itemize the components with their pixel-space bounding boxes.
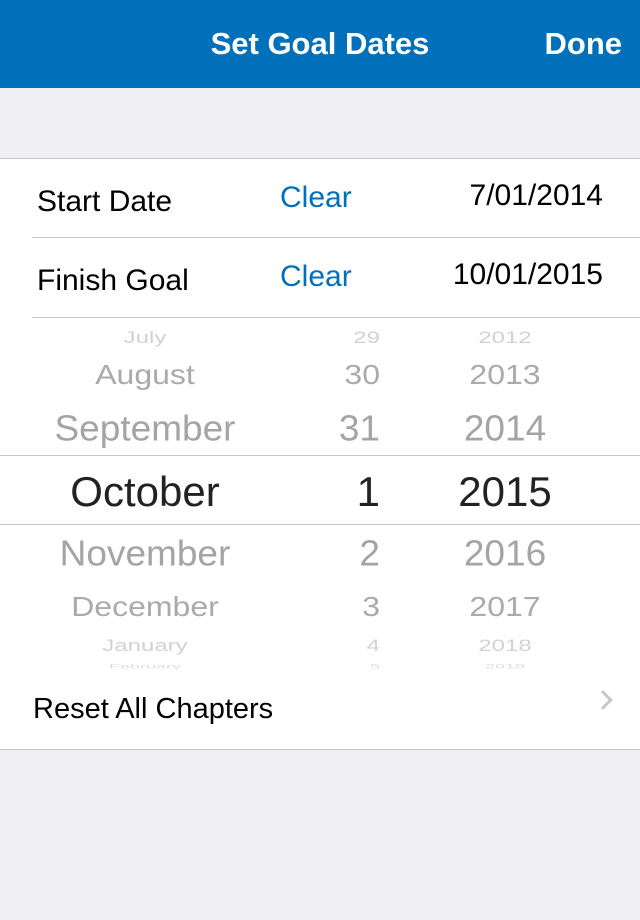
- finish-goal-label: Finish Goal: [37, 264, 189, 297]
- picker-month[interactable]: January: [0, 636, 290, 656]
- date-picker[interactable]: July 29 2012 August 30 2013 September 31 2014 Oct…: [0, 318, 640, 669]
- done-button[interactable]: Done: [545, 26, 623, 62]
- start-date-label: Start Date: [37, 185, 173, 218]
- navigation-bar: Set Goal Dates Done: [0, 0, 640, 88]
- finish-goal-row[interactable]: Finish Goal Clear 10/01/2015: [0, 238, 640, 317]
- picker-day[interactable]: 1: [300, 468, 380, 516]
- picker-month[interactable]: December: [0, 590, 290, 623]
- start-date-row[interactable]: Start Date Clear 7/01/2014: [0, 159, 640, 238]
- picker-month[interactable]: July: [0, 328, 290, 348]
- picker-day[interactable]: 31: [300, 409, 380, 450]
- picker-day[interactable]: 30: [300, 358, 380, 391]
- clear-start-date-button[interactable]: Clear: [280, 181, 352, 215]
- picker-row[interactable]: October 1 2015: [0, 468, 640, 518]
- picker-year[interactable]: 2013: [430, 358, 580, 391]
- start-date-value[interactable]: 7/01/2014: [470, 179, 603, 213]
- picker-month[interactable]: October: [0, 468, 290, 516]
- picker-row[interactable]: December 3 2017: [0, 590, 640, 624]
- reset-all-chapters-row[interactable]: Reset All Chapters: [0, 669, 640, 750]
- picker-month[interactable]: November: [0, 534, 290, 575]
- picker-row[interactable]: July 29 2012: [0, 328, 640, 348]
- selection-top-line: [0, 455, 640, 456]
- picker-row[interactable]: September 31 2014: [0, 409, 640, 452]
- picker-row[interactable]: November 2 2016: [0, 534, 640, 577]
- finish-goal-value[interactable]: 10/01/2015: [453, 258, 603, 292]
- clear-finish-goal-button[interactable]: Clear: [280, 260, 352, 294]
- picker-day[interactable]: 4: [300, 636, 380, 656]
- picker-row[interactable]: August 30 2013: [0, 358, 640, 392]
- picker-day[interactable]: 3: [300, 590, 380, 623]
- picker-year[interactable]: 2012: [430, 328, 580, 348]
- picker-month[interactable]: September: [0, 409, 290, 450]
- picker-day[interactable]: 2: [300, 534, 380, 575]
- selection-bottom-line: [0, 524, 640, 525]
- picker-year[interactable]: 2018: [430, 636, 580, 656]
- picker-year[interactable]: 2015: [430, 468, 580, 516]
- chevron-right-icon: [593, 690, 613, 710]
- picker-row[interactable]: January 4 2018: [0, 636, 640, 656]
- picker-month[interactable]: August: [0, 358, 290, 391]
- reset-all-chapters-label: Reset All Chapters: [33, 693, 274, 725]
- picker-year[interactable]: 2016: [430, 534, 580, 575]
- picker-year[interactable]: 2014: [430, 409, 580, 450]
- picker-day[interactable]: 29: [300, 328, 380, 348]
- picker-year[interactable]: 2017: [430, 590, 580, 623]
